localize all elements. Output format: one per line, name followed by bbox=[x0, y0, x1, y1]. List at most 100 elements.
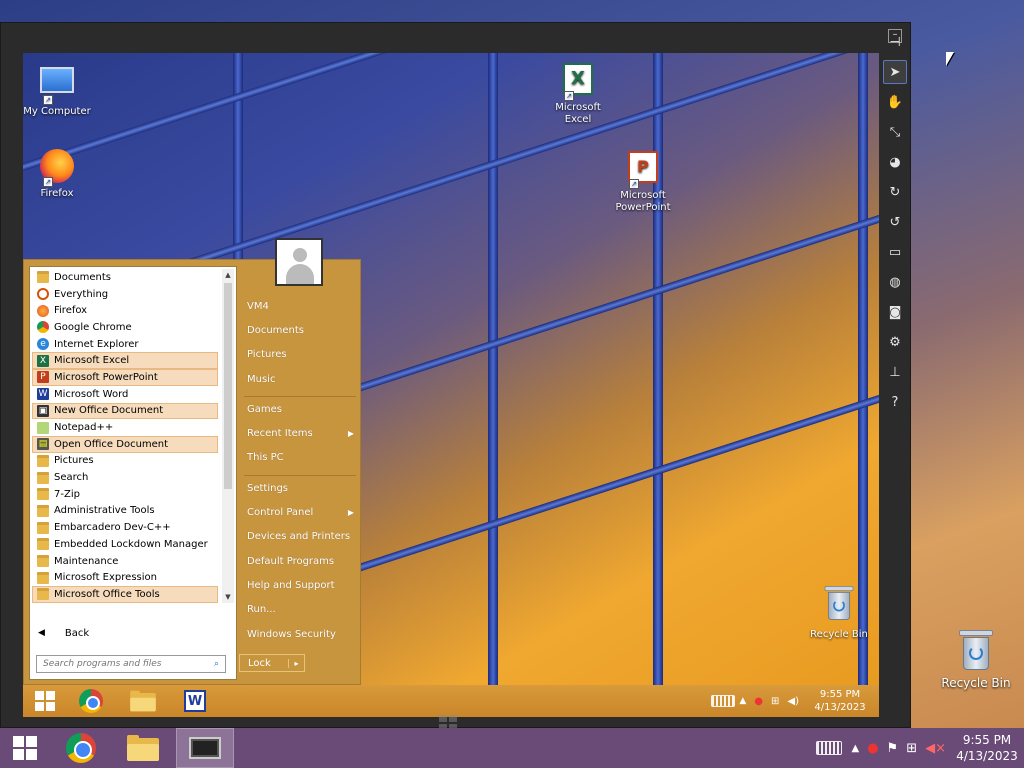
start-menu-link[interactable]: Music bbox=[242, 367, 360, 391]
lock-button[interactable]: Lock ▸ bbox=[239, 654, 305, 672]
host-clock[interactable]: 9:55 PM 4/13/2023 bbox=[950, 732, 1024, 764]
program-item[interactable]: W Microsoft Word bbox=[32, 386, 218, 403]
program-item[interactable]: Google Chrome bbox=[32, 319, 218, 336]
desktop-icon-my-computer[interactable]: ↗ My Computer bbox=[23, 63, 97, 118]
start-menu-link[interactable]: Run... bbox=[242, 598, 360, 622]
volume-icon[interactable]: ◀) bbox=[787, 696, 799, 707]
program-item[interactable]: X Microsoft Excel bbox=[32, 352, 218, 370]
resize-icon[interactable]: ⤡ bbox=[883, 120, 907, 144]
keyboard-icon[interactable] bbox=[815, 741, 842, 755]
volume-muted-icon[interactable]: ◀× bbox=[925, 741, 946, 756]
host-taskbar-remote-desktop[interactable] bbox=[176, 728, 234, 768]
mouse-cursor-icon bbox=[946, 52, 954, 66]
program-item[interactable]: e Internet Explorer bbox=[32, 336, 218, 353]
program-label: Search bbox=[54, 472, 89, 484]
program-item[interactable]: Notepad++ bbox=[32, 419, 218, 436]
search-icon[interactable]: ⌕ bbox=[214, 659, 219, 669]
program-item[interactable]: ▣ New Office Document bbox=[32, 402, 218, 420]
pin-icon[interactable]: ⊣ bbox=[883, 30, 907, 54]
program-label: Everything bbox=[54, 288, 109, 300]
security-alert-icon[interactable]: ● bbox=[867, 741, 878, 756]
programs-scrollbar[interactable]: ▲ ▼ bbox=[222, 269, 234, 603]
program-item[interactable]: Embarcadero Dev-C++ bbox=[32, 519, 218, 536]
globe-icon[interactable]: ◍ bbox=[883, 270, 907, 294]
program-item[interactable]: 7-Zip bbox=[32, 486, 218, 503]
keyboard-icon[interactable] bbox=[711, 695, 736, 707]
start-menu-link[interactable]: Pictures bbox=[242, 343, 360, 367]
user-avatar[interactable] bbox=[275, 238, 323, 286]
rotate-ccw-icon[interactable]: ↺ bbox=[883, 210, 907, 234]
dock-icon[interactable]: ⊥ bbox=[883, 360, 907, 384]
camera-icon[interactable]: ◙ bbox=[883, 300, 907, 324]
host-start-button[interactable] bbox=[0, 728, 50, 768]
show-hidden-icons-icon[interactable]: ▲ bbox=[739, 696, 746, 706]
program-item[interactable]: Search bbox=[32, 469, 218, 486]
scroll-thumb[interactable] bbox=[224, 283, 232, 489]
program-item[interactable]: Embedded Lockdown Manager bbox=[32, 536, 218, 553]
start-menu-link-label: Control Panel bbox=[247, 507, 314, 519]
program-item[interactable]: Microsoft Expression bbox=[32, 569, 218, 586]
help-icon[interactable]: ? bbox=[883, 390, 907, 414]
start-menu-link[interactable]: Devices and Printers bbox=[242, 525, 360, 549]
host-taskbar-explorer[interactable] bbox=[114, 728, 172, 768]
start-menu-link[interactable]: Windows Security bbox=[242, 622, 360, 646]
desktop-icon-powerpoint[interactable]: P ↗ Microsoft PowerPoint bbox=[603, 151, 683, 214]
program-item[interactable]: Administrative Tools bbox=[32, 503, 218, 520]
start-menu-link[interactable]: Games bbox=[242, 397, 360, 421]
network-icon[interactable]: ⊞ bbox=[906, 741, 917, 756]
vm-clock[interactable]: 9:55 PM 4/13/2023 bbox=[813, 688, 867, 714]
rotate-cw-icon[interactable]: ↻ bbox=[883, 180, 907, 204]
host-recycle-bin-shortcut[interactable]: Recycle Bin bbox=[936, 628, 1016, 690]
lock-options-caret[interactable]: ▸ bbox=[288, 658, 304, 668]
program-item[interactable]: Documents bbox=[32, 269, 218, 286]
search-programs-input[interactable] bbox=[43, 659, 203, 669]
hand-icon[interactable]: ✋ bbox=[883, 90, 907, 114]
vm-taskbar-explorer[interactable] bbox=[121, 685, 165, 717]
start-menu-link[interactable]: Default Programs bbox=[242, 549, 360, 573]
host-taskbar-chrome[interactable] bbox=[52, 728, 110, 768]
vm-taskbar-word[interactable]: W bbox=[173, 685, 217, 717]
folder-icon bbox=[130, 690, 156, 712]
program-label: New Office Document bbox=[54, 405, 164, 417]
start-menu-link[interactable]: Recent Items ▶ bbox=[242, 421, 360, 445]
display-icon[interactable]: ▭ bbox=[883, 240, 907, 264]
scroll-down-arrow[interactable]: ▼ bbox=[222, 591, 234, 603]
shortcut-arrow-icon: ↗ bbox=[629, 179, 639, 189]
ie-icon: e bbox=[37, 338, 49, 351]
program-item[interactable]: Everything bbox=[32, 286, 218, 303]
start-menu-link[interactable]: Help and Support bbox=[242, 573, 360, 597]
folder-icon bbox=[37, 454, 49, 467]
show-hidden-icons-icon[interactable]: ▲ bbox=[852, 743, 860, 754]
desktop-icon-recycle-bin[interactable]: Recycle Bin bbox=[799, 581, 879, 641]
scroll-up-arrow[interactable]: ▲ bbox=[222, 269, 234, 281]
program-item[interactable]: Microsoft Office Tools bbox=[32, 586, 218, 603]
gear-icon[interactable]: ⚙ bbox=[883, 330, 907, 354]
desktop-icon-firefox[interactable]: ↗ Firefox bbox=[23, 149, 97, 200]
search-programs-box[interactable]: ⌕ bbox=[36, 655, 226, 673]
security-alert-icon[interactable]: ● bbox=[754, 696, 763, 707]
program-item[interactable]: ▤ Open Office Document bbox=[32, 435, 218, 453]
desktop-icon-excel[interactable]: X ↗ Microsoft Excel bbox=[538, 63, 618, 126]
start-menu-link[interactable]: This PC bbox=[242, 446, 360, 470]
vm-titlebar[interactable]: – bbox=[1, 23, 910, 53]
start-menu-link[interactable]: Documents bbox=[242, 318, 360, 342]
vm-taskbar-chrome[interactable] bbox=[69, 685, 113, 717]
vm-start-button[interactable] bbox=[23, 685, 67, 717]
flag-icon[interactable]: ⚑ bbox=[887, 741, 899, 756]
pointer-icon[interactable]: ➤ bbox=[883, 60, 907, 84]
network-icon[interactable]: ⊞ bbox=[771, 696, 779, 707]
start-menu-link-label: Documents bbox=[247, 324, 305, 336]
folder-icon bbox=[37, 538, 49, 551]
program-item[interactable]: P Microsoft PowerPoint bbox=[32, 369, 218, 386]
shortcut-arrow-icon: ↗ bbox=[43, 177, 53, 187]
program-label: Documents bbox=[54, 271, 112, 283]
program-item[interactable]: Firefox bbox=[32, 302, 218, 319]
start-menu-link[interactable]: Control Panel ▶ bbox=[242, 500, 360, 524]
gamepad-icon[interactable]: ◕ bbox=[883, 150, 907, 174]
program-item[interactable]: Pictures bbox=[32, 453, 218, 470]
start-menu-link[interactable]: VM4 bbox=[242, 294, 360, 318]
back-button[interactable]: ◀ Back bbox=[38, 625, 228, 641]
vm-side-toolbar: ⊣ ➤ ✋ ⤡ ◕ ↻ ↺ ▭ ◍ ◙ ⚙ ⊥? bbox=[880, 30, 910, 410]
start-menu-link[interactable]: Settings bbox=[242, 476, 360, 500]
program-item[interactable]: Maintenance bbox=[32, 553, 218, 570]
